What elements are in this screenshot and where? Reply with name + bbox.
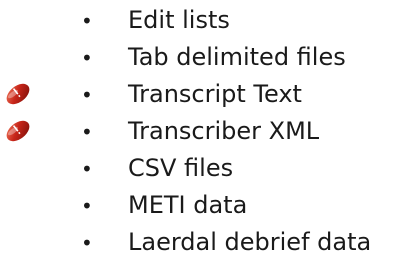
red-capsule-marker-icon <box>6 83 30 105</box>
bullet-icon: • <box>81 120 93 144</box>
list-item: • Laerdal debrief data <box>0 225 397 262</box>
bullet-icon: • <box>81 83 93 107</box>
list-item-label: Transcriber XML <box>128 117 320 145</box>
list-item-label: Laerdal debrief data <box>128 228 372 256</box>
list-item-label: METI data <box>128 191 248 219</box>
list-item-label: Transcript Text <box>128 80 302 108</box>
red-capsule-marker-icon <box>6 120 30 142</box>
bullet-icon: • <box>81 194 93 218</box>
list-item: • Tab delimited files <box>0 40 397 77</box>
list-item-label: CSV files <box>128 154 234 182</box>
bullet-icon: • <box>81 9 93 33</box>
list-item: • CSV files <box>0 151 397 188</box>
list-item: • Transcript Text <box>0 77 397 114</box>
list-item: • Edit lists <box>0 3 397 40</box>
bullet-icon: • <box>81 46 93 70</box>
bullet-icon: • <box>81 231 93 255</box>
list-item: • METI data <box>0 188 397 225</box>
list-item-label: Edit lists <box>128 6 230 34</box>
list-item-label: Tab delimited files <box>128 43 346 71</box>
bullet-icon: • <box>81 157 93 181</box>
list-item: • Transcriber XML <box>0 114 397 151</box>
